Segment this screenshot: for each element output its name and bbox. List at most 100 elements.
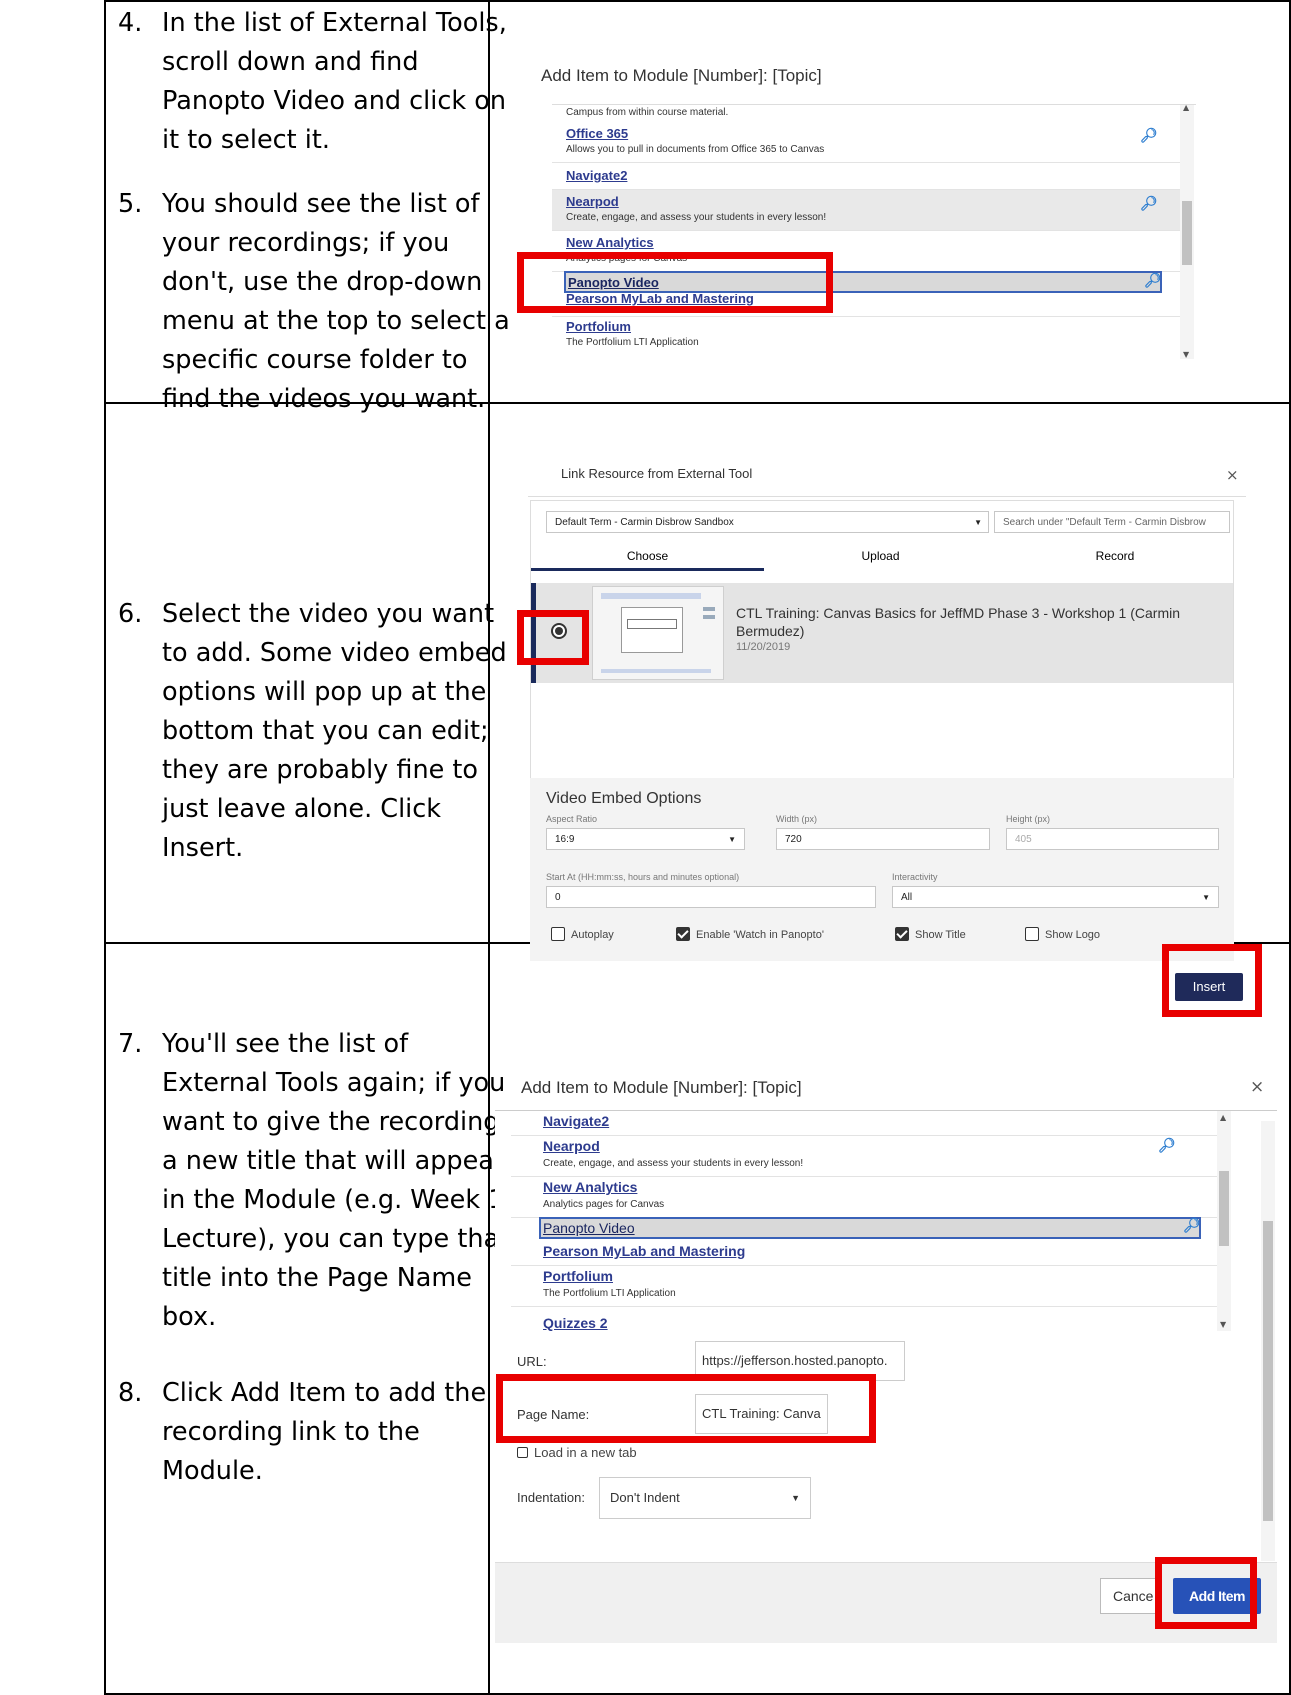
search-icon[interactable]: 🔎︎ [1144,273,1162,289]
height-input[interactable]: 405 [1006,828,1219,850]
scrollbar-thumb[interactable] [1182,201,1192,265]
tool-link[interactable]: Portfolium [566,319,631,334]
video-row[interactable]: CTL Training: Canvas Basics for JeffMD P… [531,583,1233,683]
tool-item[interactable]: Pearson MyLab and Mastering [511,1240,1217,1266]
step-line: Click Add Item to add the [162,1378,487,1408]
folder-value: Default Term - Carmin Disbrow Sandbox [555,517,734,528]
indent-dropdown[interactable]: Don't Indent ▼ [599,1477,811,1519]
video-title-cont: Bermudez) [736,623,805,639]
tool-item[interactable]: Quizzes 2 [511,1307,1217,1331]
search-icon[interactable]: 🔎︎ [1158,1138,1176,1154]
aspect-value: 16:9 [555,834,575,845]
tool-item[interactable]: Navigate2 [511,1111,1217,1136]
close-icon[interactable]: × [1250,1077,1264,1097]
dialog-scrollbar[interactable] [1261,1121,1275,1561]
tool-link[interactable]: Panopto Video [543,1220,635,1236]
tool-link[interactable]: Nearpod [566,194,619,209]
tool-item[interactable]: Portfolium The Portfolium LTI Applicatio… [552,317,1180,357]
tool-link[interactable]: Office 365 [566,126,628,141]
checkbox-checked-icon [676,927,690,941]
scroll-down-icon[interactable]: ▼ [1220,1320,1226,1329]
checkbox-label: Enable 'Watch in Panopto' [696,928,824,941]
scrollbar[interactable]: ▲ ▼ [1180,103,1194,359]
scrollbar-thumb[interactable] [1263,1221,1273,1521]
show-logo-checkbox[interactable]: Show Logo [1025,927,1100,942]
close-icon[interactable]: × [1226,466,1239,484]
checkbox-checked-icon [895,927,909,941]
tool-link[interactable]: Pearson MyLab and Mastering [543,1243,745,1259]
tool-link[interactable]: Quizzes 2 [543,1315,608,1331]
search-icon[interactable]: 🔎︎ [1183,1218,1201,1234]
tool-desc: The Portfolium LTI Application [543,1288,676,1299]
checkbox-icon [1025,927,1039,941]
scroll-up-icon[interactable]: ▲ [1220,1113,1226,1122]
aspect-label: Aspect Ratio [546,814,598,824]
embed-options: Video Embed Options Aspect Ratio 16:9 ▼ … [530,778,1234,961]
step-line: just leave alone. Click [162,794,442,824]
step-line: a new title that will appear [162,1146,505,1176]
tool-link[interactable]: New Analytics [566,235,654,250]
tool-item[interactable]: Office 365 Allows you to pull in documen… [552,122,1180,163]
step-line: Lecture), you can type that [162,1224,510,1254]
tool-link[interactable]: New Analytics [543,1179,637,1195]
aspect-dropdown[interactable]: 16:9 ▼ [546,828,745,850]
search-input[interactable]: Search under "Default Term - Carmin Disb… [994,511,1230,533]
checkbox-icon [551,927,565,941]
step-line: it to select it. [162,125,330,155]
tool-item[interactable]: Navigate2 [552,163,1180,190]
step-line: You should see the list of [162,189,480,219]
step-line: specific course folder to [162,345,468,375]
tool-desc: Create, engage, and assess your students… [543,1158,804,1169]
width-input[interactable]: 720 [776,828,990,850]
tool-link[interactable]: Navigate2 [566,168,627,183]
list-scrollbar[interactable]: ▲ ▼ [1217,1111,1231,1331]
start-input[interactable]: 0 [546,886,876,908]
chevron-down-icon: ▼ [728,835,736,844]
scrollbar-thumb[interactable] [1219,1171,1229,1246]
tab-choose[interactable]: Choose [531,541,764,571]
cancel-button[interactable]: Cance [1100,1578,1162,1614]
autoplay-checkbox[interactable]: Autoplay [551,927,614,942]
tool-item-selected[interactable]: Panopto Video 🔎︎ [539,1217,1201,1239]
video-title: CTL Training: Canvas Basics for JeffMD P… [736,605,1181,621]
tab-upload[interactable]: Upload [764,541,997,571]
step-line: find the videos you want. [162,384,486,414]
embed-heading: Video Embed Options [546,790,702,807]
watch-in-panopto-checkbox[interactable]: Enable 'Watch in Panopto' [676,927,824,942]
chevron-down-icon: ▼ [1202,893,1210,902]
search-icon[interactable]: 🔎︎ [1140,196,1158,212]
scroll-up-icon[interactable]: ▲ [1183,103,1189,112]
highlight-box [1162,944,1262,1017]
tool-item[interactable]: New Analytics Analytics pages for Canvas [511,1177,1217,1218]
interactivity-value: All [901,892,913,903]
tool-item[interactable]: Nearpod Create, engage, and assess your … [511,1136,1217,1177]
show-title-checkbox[interactable]: Show Title [895,927,966,942]
tool-list[interactable]: Campus from within course material. Offi… [552,103,1196,361]
tool-link[interactable]: Nearpod [543,1138,600,1154]
tool-item[interactable]: Portfolium The Portfolium LTI Applicatio… [511,1266,1217,1307]
start-label: Start At (HH:mm:ss, hours and minutes op… [546,872,740,882]
highlight-box [517,252,833,313]
step-line: title into the Page Name [162,1263,472,1293]
step-line: Module. [162,1456,263,1486]
tool-link[interactable]: Portfolium [543,1268,613,1284]
video-date: 11/20/2019 [736,641,791,653]
new-tab-checkbox[interactable]: Load in a new tab [517,1445,637,1460]
search-icon[interactable]: 🔎︎ [1140,128,1158,144]
step-line: box. [162,1302,217,1332]
video-thumbnail [592,586,724,680]
tab-bar: Choose Upload Record [531,541,1233,571]
tab-record[interactable]: Record [997,541,1233,571]
height-label: Height (px) [1006,814,1051,824]
folder-dropdown[interactable]: Default Term - Carmin Disbrow Sandbox ▼ [546,511,989,533]
step-line: menu at the top to select a [162,306,510,336]
tool-list[interactable]: Navigate2 Nearpod Create, engage, and as… [511,1111,1217,1331]
tool-link[interactable]: Navigate2 [543,1113,609,1129]
divider [528,496,1246,497]
interactivity-dropdown[interactable]: All ▼ [892,886,1219,908]
width-label: Width (px) [776,814,818,824]
step-number: 7. [118,1029,143,1059]
scroll-down-icon[interactable]: ▼ [1183,350,1189,359]
tool-item[interactable]: Nearpod Create, engage, and assess your … [552,190,1180,231]
panopto-panel: Default Term - Carmin Disbrow Sandbox ▼ … [530,500,1234,790]
